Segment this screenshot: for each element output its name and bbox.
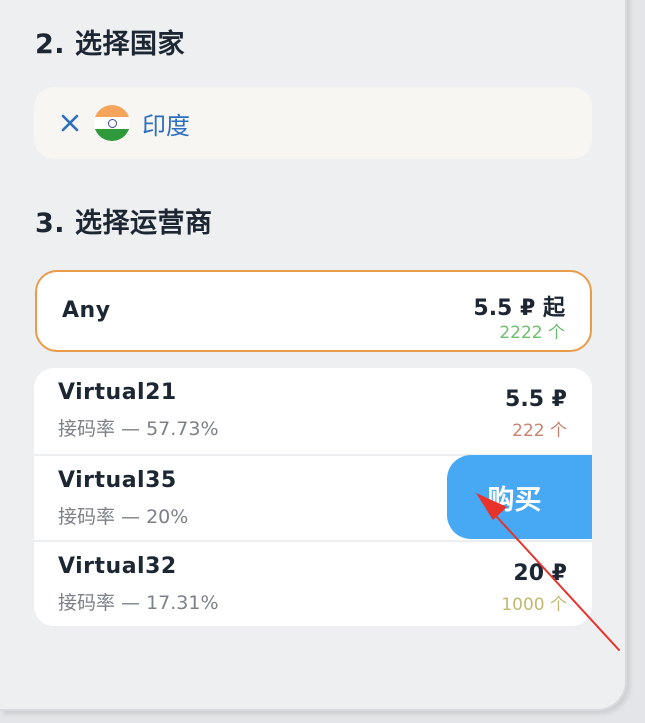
select-operator-heading: 3. 选择运营商 (35, 208, 213, 239)
operator-row-virtual32[interactable]: Virtual32 接码率 — 17.31% 20 ₽ 1000 个 (34, 540, 592, 626)
operator-count: 222 个 (512, 421, 567, 441)
close-icon[interactable] (58, 111, 82, 135)
buy-button[interactable]: 购买 (447, 455, 592, 539)
operator-success-rate: 接码率 — 20% (58, 506, 189, 528)
operator-option-any[interactable]: Any 5.5 ₽ 起 2222 个 (35, 270, 592, 352)
operator-price: 20 ₽ (513, 561, 567, 586)
country-name[interactable]: 印度 (142, 106, 190, 141)
operator-row-virtual21[interactable]: Virtual21 接码率 — 57.73% 5.5 ₽ 222 个 (34, 368, 592, 454)
selected-country-chip: 印度 (34, 87, 592, 159)
operator-name: Virtual32 (58, 554, 177, 579)
operator-success-rate: 接码率 — 17.31% (58, 592, 219, 614)
operator-name: Any (62, 298, 111, 323)
operator-count: 1000 个 (501, 595, 567, 615)
operator-name: Virtual35 (58, 468, 177, 493)
operator-name: Virtual21 (58, 380, 177, 405)
operator-price: 5.5 ₽ (505, 387, 567, 412)
select-country-heading: 2. 选择国家 (35, 29, 185, 60)
india-flag-icon (94, 105, 130, 141)
operator-success-rate: 接码率 — 57.73% (58, 418, 219, 440)
operator-count: 2222 个 (499, 323, 565, 343)
